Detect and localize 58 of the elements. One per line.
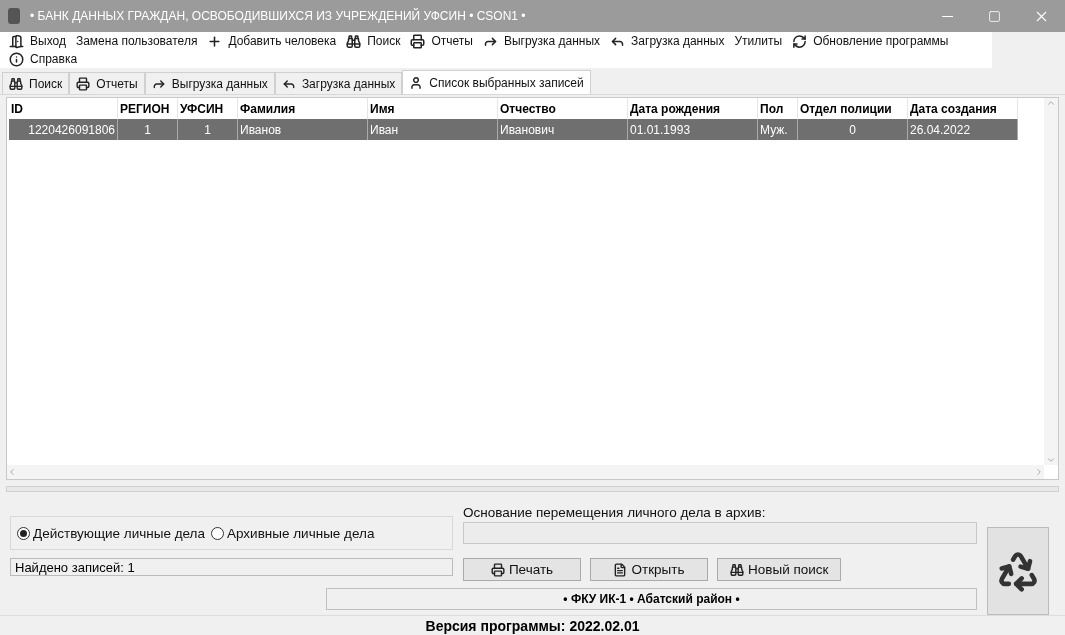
menu-item[interactable]: Замена пользователя <box>70 32 203 50</box>
records-found-label: Найдено записей: 1 <box>10 558 453 577</box>
menu-item[interactable]: Отчеты <box>405 32 478 50</box>
recycle-button[interactable] <box>987 527 1049 616</box>
vertical-scrollbar[interactable] <box>1044 98 1058 466</box>
app-icon <box>8 8 20 24</box>
menu-item[interactable]: Добавить человека <box>202 32 342 50</box>
input-field[interactable] <box>463 522 977 545</box>
door-icon <box>9 33 24 49</box>
table-cell: 1220426091806 <box>9 119 118 140</box>
action-button[interactable]: Новый поиск <box>717 558 842 582</box>
table-cell: 0 <box>798 119 908 140</box>
table-cell: Иванович <box>498 119 628 140</box>
menu-item[interactable]: Выгрузка данных <box>477 32 606 50</box>
binoculars-icon <box>9 76 23 91</box>
menu-item[interactable]: Загрузка данных <box>605 32 730 50</box>
plus-icon <box>207 33 223 49</box>
minimize-icon <box>942 15 953 17</box>
tab[interactable]: Поиск <box>2 72 70 94</box>
menu-item[interactable]: Утилиты <box>729 32 788 50</box>
tab[interactable]: Загрузка данных <box>274 72 403 94</box>
table-cell: Иванов <box>238 119 368 140</box>
maximize-icon <box>988 9 1001 23</box>
tab[interactable]: Выгрузка данных <box>144 72 275 94</box>
printer-icon <box>410 33 426 49</box>
printer-icon <box>490 562 505 577</box>
window-title: • БАНК ДАННЫХ ГРАЖДАН, ОСВОБОДИВШИХСЯ ИЗ УЧРЕЖДЕНИЙ УФСИН • CSON1 • <box>30 9 527 23</box>
menu-item[interactable]: Справка <box>4 50 83 68</box>
chevron-left-icon[interactable] <box>7 467 17 478</box>
radio-option[interactable]: Архивные личные дела <box>211 525 375 541</box>
info-icon <box>9 51 24 67</box>
document-icon <box>613 562 628 577</box>
binoculars-icon <box>346 33 362 49</box>
printer-icon <box>76 76 91 91</box>
chevron-right-icon[interactable] <box>1034 467 1044 478</box>
menu-item[interactable]: Поиск <box>341 32 406 50</box>
table-cell: 01.01.1993 <box>628 119 758 140</box>
refresh-icon <box>792 33 808 49</box>
menu-item[interactable]: Выход <box>4 32 71 50</box>
user-icon <box>409 75 424 90</box>
status-bar: Версия программы: 2022.02.01 <box>0 615 1065 635</box>
table-cell: Иван <box>368 119 498 140</box>
table-cell: Муж. <box>758 119 798 140</box>
action-button[interactable]: Открыть <box>590 558 708 582</box>
field-label: Основание перемещения личного дела в архив: <box>463 503 767 522</box>
table-cell: 1 <box>178 119 238 140</box>
tab[interactable]: Список выбранных записей <box>402 70 591 94</box>
horizontal-scrollbar[interactable] <box>7 465 1044 480</box>
action-button[interactable]: Печать <box>463 558 581 582</box>
table-cell: 26.04.2022 <box>908 119 1018 140</box>
chevron-up-icon[interactable] <box>1046 98 1056 108</box>
binoculars-icon <box>730 562 744 577</box>
table-cell: 1 <box>118 119 178 140</box>
tab[interactable]: Отчеты <box>69 72 145 94</box>
menu-item[interactable]: Обновление программы <box>787 32 954 50</box>
info-bar: • ФКУ ИК-1 • Абатский район • <box>326 588 977 611</box>
radio-option[interactable]: Действующие личные дела <box>17 525 205 541</box>
recycle-icon <box>996 549 1040 594</box>
